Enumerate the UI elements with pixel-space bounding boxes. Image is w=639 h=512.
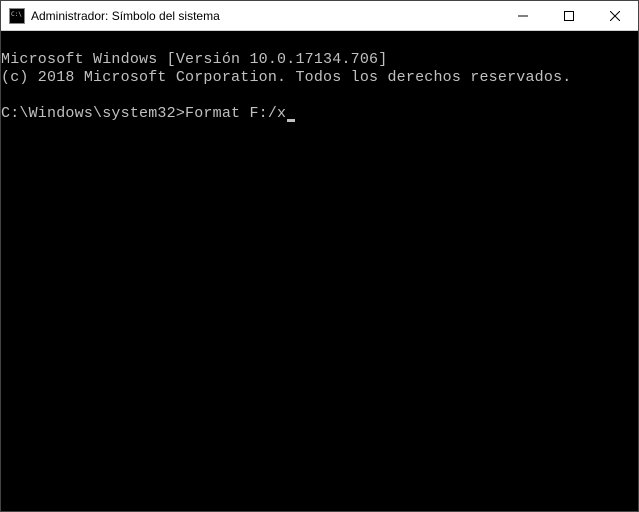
output-line: (c) 2018 Microsoft Corporation. Todos lo… [1, 69, 572, 86]
titlebar[interactable]: Administrador: Símbolo del sistema [1, 1, 638, 31]
terminal-area[interactable]: Microsoft Windows [Versión 10.0.17134.70… [1, 31, 638, 511]
maximize-button[interactable] [546, 1, 592, 30]
close-icon [610, 11, 620, 21]
output-line: Microsoft Windows [Versión 10.0.17134.70… [1, 51, 387, 68]
cursor [287, 119, 295, 122]
minimize-icon [518, 11, 528, 21]
prompt-line: C:\Windows\system32>Format F:/x [1, 105, 638, 123]
close-button[interactable] [592, 1, 638, 30]
maximize-icon [564, 11, 574, 21]
minimize-button[interactable] [500, 1, 546, 30]
window-title: Administrador: Símbolo del sistema [31, 9, 500, 23]
prompt-text: C:\Windows\system32> [1, 105, 185, 123]
command-prompt-window: Administrador: Símbolo del sistema Micro… [0, 0, 639, 512]
command-input[interactable]: Format F:/x [185, 105, 286, 123]
cmd-icon [9, 8, 25, 24]
window-controls [500, 1, 638, 30]
